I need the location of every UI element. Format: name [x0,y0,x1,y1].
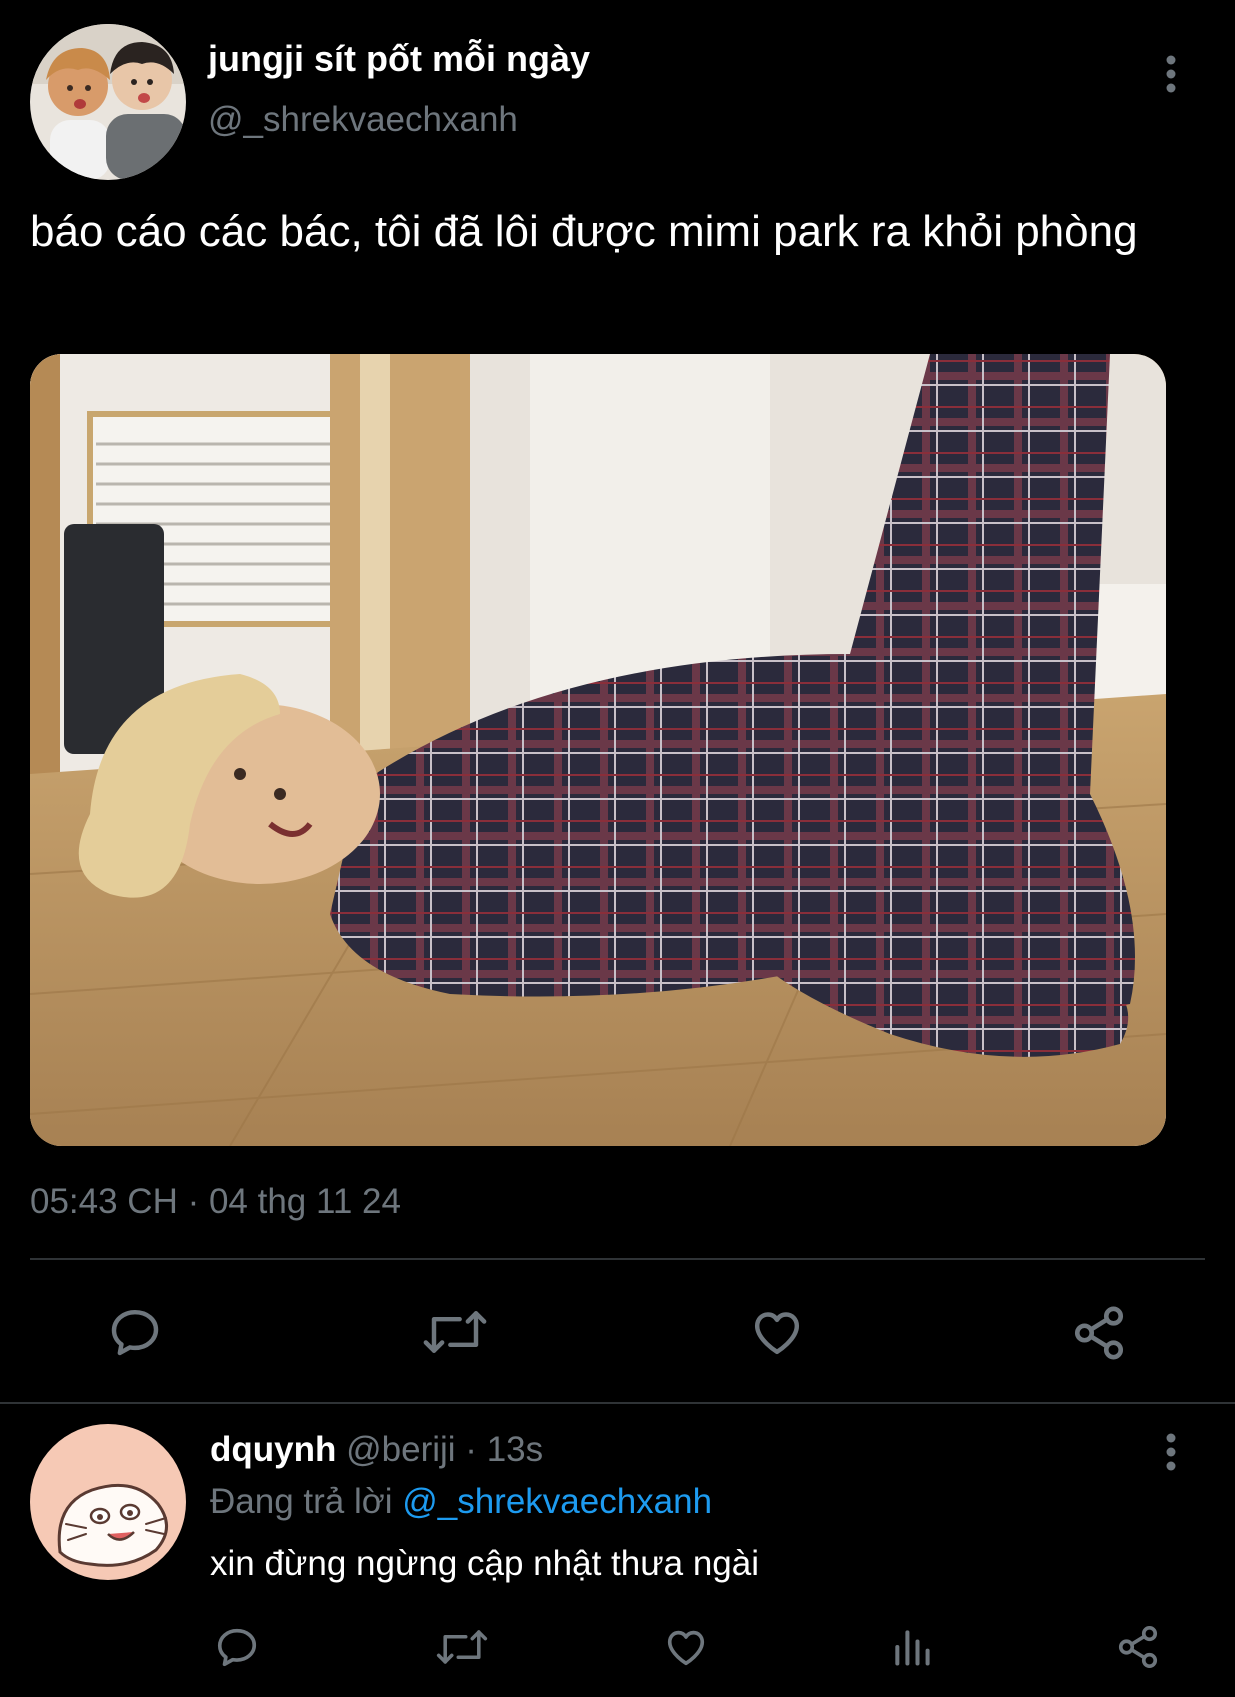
reply-separator: · [465,1430,477,1469]
reply-time: 13s [486,1430,544,1469]
tweet-timestamp: 05:43 CH · 04 thg 11 24 [30,1182,401,1221]
share-icon [1118,1626,1158,1668]
replying-to-line: Đang trả lời @_shrekvaechxanh [210,1482,712,1522]
retweet-button[interactable] [420,1304,490,1360]
reply-like-button[interactable] [662,1624,710,1670]
share-icon [1074,1306,1124,1360]
two-person-avatar-icon [30,24,186,180]
tweet-text: báo cáo các bác, tôi đã lôi được mimi pa… [30,207,1138,256]
reply-handle[interactable]: @beriji [346,1430,455,1469]
author-handle[interactable]: @_shrekvaechxanh [208,100,518,140]
reply-share-button[interactable] [1114,1624,1162,1670]
like-button[interactable] [748,1304,806,1360]
photo-icon [30,354,1166,1146]
more-vertical-icon [1166,55,1176,93]
heart-icon [667,1630,705,1666]
reply-more-options-button[interactable] [1156,1430,1186,1474]
reply-text: xin đừng ngừng cập nhật thưa ngài [210,1544,760,1583]
reply-icon [217,1628,257,1667]
share-button[interactable] [1070,1304,1128,1362]
reply-icon [111,1309,159,1356]
stats-icon [895,1630,930,1666]
author-display-name[interactable]: jungji sít pốt mỗi ngày [208,38,590,80]
reply-stats-button[interactable] [890,1624,934,1670]
heart-icon [754,1312,800,1355]
tweet-media-image[interactable] [30,354,1166,1146]
reply-button[interactable] [107,1304,163,1360]
author-avatar[interactable] [30,24,186,180]
reply-retweet-button[interactable] [434,1624,490,1670]
retweet-icon [423,1311,487,1353]
divider [0,1402,1235,1404]
retweet-icon [436,1630,488,1664]
reply-reply-button[interactable] [214,1624,260,1670]
divider [30,1258,1205,1260]
reply-header: dquynh @beriji · 13s [210,1430,543,1470]
replying-to-mention[interactable]: @_shrekvaechxanh [402,1482,712,1521]
reply-author-avatar[interactable] [30,1424,186,1580]
seal-cartoon-avatar-icon [30,1424,186,1580]
replying-to-prefix: Đang trả lời [210,1482,393,1521]
reply-display-name[interactable]: dquynh [210,1430,336,1469]
more-options-button[interactable] [1156,52,1186,96]
more-vertical-icon [1166,1433,1176,1471]
